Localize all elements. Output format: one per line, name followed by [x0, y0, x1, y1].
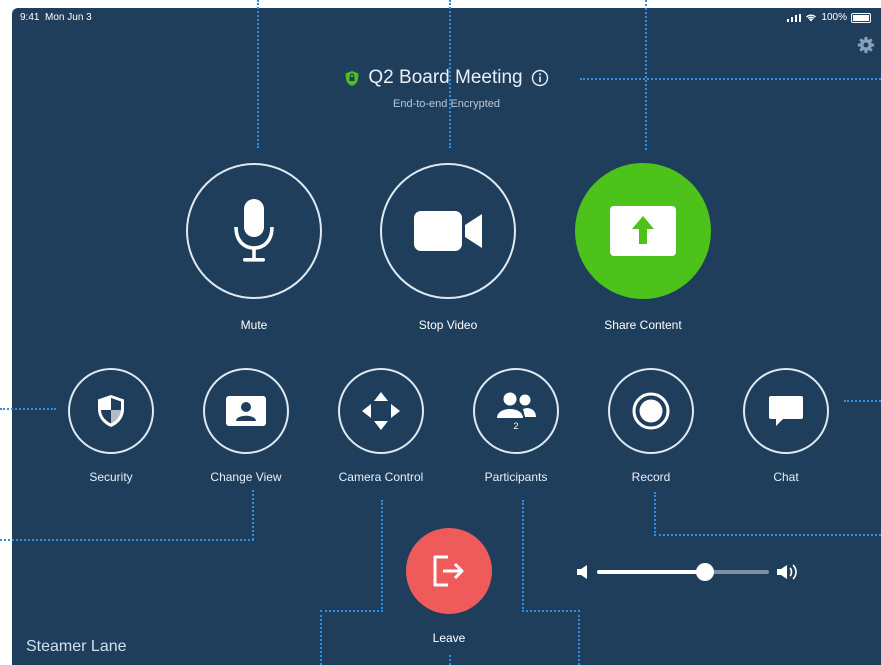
status-bar-time: 9:41 Mon Jun 3	[20, 12, 92, 23]
people-icon	[497, 392, 536, 418]
volume-low-icon[interactable]	[577, 564, 589, 580]
chat-bubble-icon	[769, 396, 803, 426]
share-content-button[interactable]	[575, 163, 711, 299]
callout-line	[320, 610, 322, 665]
meeting-title: Q2 Board Meeting	[368, 67, 523, 88]
chat-label: Chat	[773, 470, 799, 484]
participants-label: Participants	[484, 470, 548, 484]
stop-video-button[interactable]	[380, 163, 516, 299]
callout-line	[257, 0, 259, 148]
shield-icon	[345, 70, 359, 86]
room-name: Steamer Lane	[26, 638, 127, 655]
mute-button[interactable]	[186, 163, 322, 299]
share-screen-icon	[610, 206, 676, 256]
callout-line	[252, 490, 254, 540]
volume-fill	[597, 570, 706, 574]
change-view-button[interactable]	[203, 368, 289, 454]
battery-percent: 100%	[821, 12, 847, 23]
microphone-icon	[234, 199, 274, 262]
leave-label: Leave	[432, 631, 466, 645]
callout-line	[0, 408, 56, 410]
change-view-label: Change View	[210, 470, 282, 484]
volume-thumb[interactable]	[696, 563, 715, 581]
callout-line	[844, 400, 881, 402]
video-camera-icon	[414, 211, 482, 251]
security-button[interactable]	[68, 368, 154, 454]
camera-control-label: Camera Control	[338, 470, 424, 484]
callout-line	[449, 655, 451, 665]
participant-count: 2	[513, 421, 519, 431]
callout-line	[654, 534, 881, 536]
callout-line	[654, 492, 656, 536]
callout-line	[645, 0, 647, 150]
exit-icon	[433, 555, 464, 587]
battery-icon	[851, 12, 871, 23]
callout-line	[0, 539, 254, 541]
stop-video-label: Stop Video	[418, 318, 478, 332]
callout-line	[580, 78, 881, 80]
callout-line	[522, 500, 524, 612]
camera-control-button[interactable]	[338, 368, 424, 454]
record-label: Record	[631, 470, 671, 484]
volume-high-icon[interactable]	[777, 563, 799, 581]
participants-button[interactable]: 2	[473, 368, 559, 454]
signal-icon	[787, 13, 802, 22]
info-icon[interactable]	[531, 69, 549, 87]
callout-line	[522, 610, 580, 612]
callout-line	[381, 500, 383, 612]
record-button[interactable]	[608, 368, 694, 454]
chat-button[interactable]	[743, 368, 829, 454]
status-date: Mon Jun 3	[45, 12, 92, 23]
leave-button[interactable]	[406, 528, 492, 614]
mute-label: Mute	[240, 318, 268, 332]
status-bar-indicators: 100%	[787, 12, 871, 23]
share-content-label: Share Content	[604, 318, 682, 332]
encryption-status: End-to-end Encrypted	[392, 98, 500, 110]
callout-line	[449, 0, 451, 148]
gear-icon[interactable]	[857, 36, 875, 54]
shield-icon	[98, 395, 124, 427]
callout-line	[578, 610, 580, 665]
volume-control	[577, 563, 799, 581]
wifi-icon	[806, 14, 817, 22]
security-label: Security	[89, 470, 133, 484]
meeting-screen: 9:41 Mon Jun 3 100% Q2 Board Meeting End…	[12, 8, 881, 665]
arrows-icon	[362, 392, 400, 430]
callout-line	[320, 610, 383, 612]
person-card-icon	[226, 396, 266, 426]
record-icon	[632, 392, 670, 430]
status-time: 9:41	[20, 12, 40, 23]
volume-slider[interactable]	[597, 563, 769, 581]
